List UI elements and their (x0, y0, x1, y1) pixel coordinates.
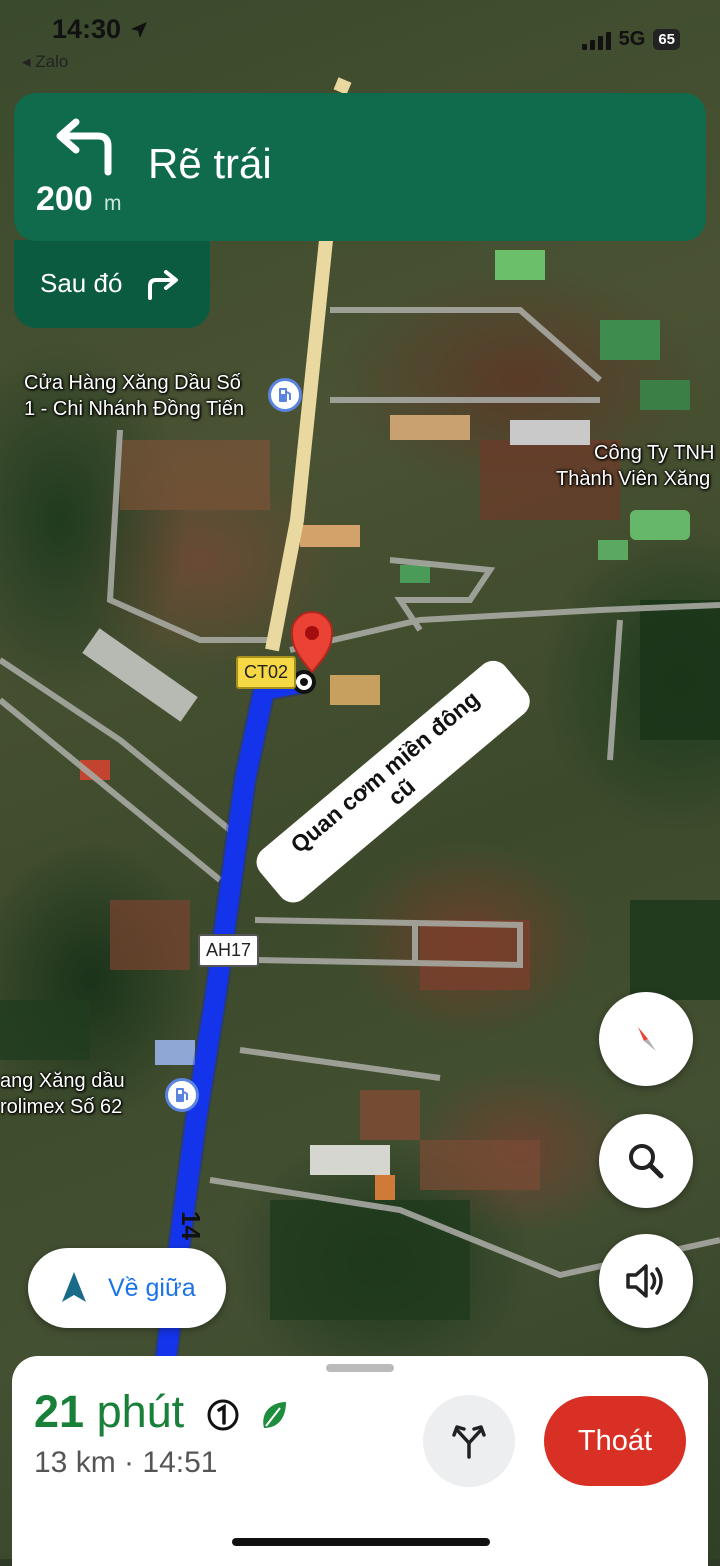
destination-pin[interactable] (290, 611, 334, 694)
eco-leaf-icon (263, 1402, 286, 1428)
network-type: 5G (618, 28, 646, 50)
search-icon (629, 1144, 664, 1179)
poi-name-line: Cửa Hàng Xăng Dầu Số (24, 372, 241, 394)
eta-icons (206, 1398, 290, 1432)
compass-icon (638, 1027, 656, 1051)
main-road (265, 239, 333, 652)
arrival-time: 14:51 (142, 1446, 218, 1479)
alternate-routes-button[interactable] (423, 1395, 515, 1487)
fuel-pump-icon[interactable] (165, 1078, 199, 1112)
battery-icon: 65 (653, 29, 680, 50)
status-indicators: 5G 65 (581, 28, 680, 51)
road-number-label: 14 (175, 1211, 206, 1240)
alternate-route-count-icon[interactable] (206, 1398, 240, 1432)
poi-label-fuel-station-1[interactable]: Cửa Hàng Xăng Dầu Số 1 - Chi Nhánh Đồng … (24, 370, 244, 422)
poi-label-fuel-station-2[interactable]: ang Xăng dầu rolimex Số 62 (0, 1068, 125, 1120)
sheet-drag-handle[interactable] (326, 1364, 394, 1372)
navigation-arrow-icon (62, 1272, 86, 1302)
signal-icon (581, 30, 611, 50)
turn-left-icon (56, 118, 112, 176)
status-bar: 14:30 ◂ Zalo 5G 65 (0, 0, 720, 80)
maneuver-distance-unit: m (104, 192, 122, 215)
poi-name-line: ang Xăng dầu (0, 1070, 125, 1092)
home-indicator[interactable] (232, 1538, 490, 1546)
trip-distance: 13 km (34, 1446, 116, 1479)
exit-navigation-button[interactable]: Thoát (544, 1396, 686, 1486)
road-badge-ct02: CT02 (236, 656, 297, 689)
poi-name-line: Thành Viên Xăng (556, 468, 711, 490)
next-maneuver-label: Sau đó (40, 268, 123, 298)
road-badge-ah17: AH17 (198, 934, 260, 967)
turn-right-icon (148, 270, 178, 300)
eta-duration-unit: phút (96, 1386, 185, 1437)
eta-duration-value: 21 (34, 1386, 85, 1437)
search-button[interactable] (599, 1114, 693, 1208)
status-time: 14:30 (52, 14, 149, 45)
maneuver-distance: 200 (36, 180, 93, 218)
back-to-app-link[interactable]: ◂ Zalo (22, 52, 68, 72)
location-arrow-icon (130, 22, 147, 38)
speaker-icon (626, 1264, 663, 1298)
poi-name-line: rolimex Số 62 (0, 1096, 123, 1118)
poi-name-line: Công Ty TNH (594, 442, 715, 464)
poi-label-company[interactable]: Công Ty TNH Thành Viên Xăng (556, 440, 714, 492)
recenter-button[interactable]: Về giữa (28, 1248, 226, 1328)
maneuver-instruction: Rẽ trái (148, 140, 272, 187)
trip-separator: · (124, 1446, 135, 1479)
trip-details: 13 km · 14:51 (34, 1446, 217, 1480)
sound-button[interactable] (599, 1234, 693, 1328)
recenter-label: Về giữa (108, 1274, 196, 1302)
eta-duration: 21 phút (34, 1386, 184, 1438)
fuel-pump-icon[interactable] (268, 378, 302, 412)
compass-button[interactable] (599, 992, 693, 1086)
route-fork-icon (452, 1425, 486, 1459)
poi-name-line: 1 - Chi Nhánh Đồng Tiến (24, 398, 245, 420)
